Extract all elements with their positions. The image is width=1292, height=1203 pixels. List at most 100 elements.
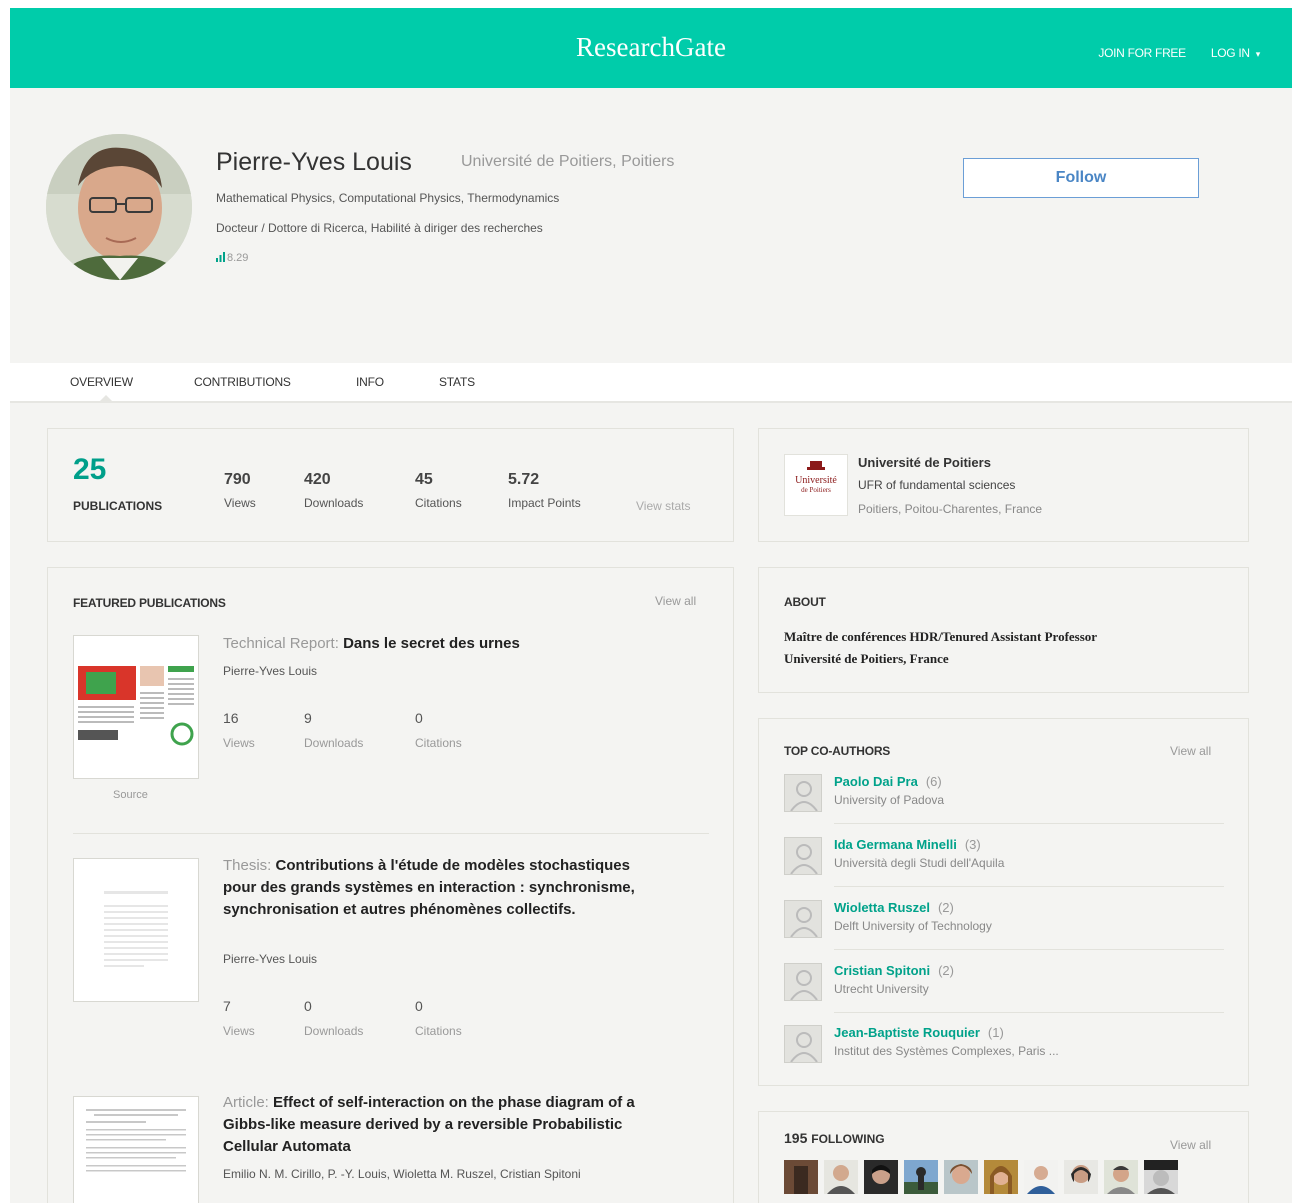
tab-contributions[interactable]: CONTRIBUTIONS — [194, 375, 291, 389]
featured-view-all-link[interactable]: View all — [655, 594, 696, 608]
coauthor-name-text: Wioletta Ruszel — [834, 900, 930, 915]
publications-count[interactable]: 25 — [73, 453, 106, 487]
tab-stats[interactable]: STATS — [439, 375, 475, 389]
following-avatar[interactable] — [824, 1160, 858, 1194]
stat-label: Views — [223, 736, 255, 750]
coauthor-name[interactable]: Jean-Baptiste Rouquier (1) — [834, 1025, 1004, 1040]
publication-type: Technical Report: — [223, 635, 339, 652]
publication-title[interactable]: Thesis: Contributions à l'étude de modèl… — [223, 855, 643, 921]
user-placeholder-icon — [790, 1032, 818, 1062]
divider — [834, 886, 1224, 887]
publication-type: Thesis: — [223, 857, 272, 874]
coauthor-name-text: Cristian Spitoni — [834, 963, 931, 978]
stat-label: Views — [224, 496, 256, 510]
publication-thumbnail[interactable] — [73, 635, 199, 779]
about-text: Maître de conférences HDR/Tenured Assist… — [784, 626, 1224, 670]
coauthors-view-all-link[interactable]: View all — [1170, 744, 1211, 758]
profile-name: Pierre-Yves Louis — [216, 148, 412, 176]
institution-logo[interactable]: Université de Poitiers — [784, 454, 848, 516]
featured-title: FEATURED PUBLICATIONS — [73, 596, 226, 610]
about-line: Maître de conférences HDR/Tenured Assist… — [784, 629, 1098, 644]
stats-card: 25 PUBLICATIONS 790 Views 420 Downloads 45… — [47, 428, 734, 542]
featured-publications-card: FEATURED PUBLICATIONS View all Source Te… — [47, 567, 734, 1203]
pub-stat-citations: 0 Citations — [415, 710, 462, 750]
divider — [73, 833, 709, 834]
top-bar: ResearchGate JOIN FOR FREE LOG IN ▾ — [10, 8, 1292, 88]
stat-views: 790 Views — [224, 471, 256, 510]
top-coauthors-card: TOP CO-AUTHORS View all Paolo Dai Pra (6)… — [758, 718, 1249, 1086]
rg-score: 8.29 — [216, 252, 248, 264]
coauthor-count: (6) — [925, 774, 942, 789]
coauthor-avatar[interactable] — [784, 1025, 822, 1063]
following-avatar[interactable] — [784, 1160, 818, 1194]
stat-value: 0 — [415, 998, 423, 1014]
publication-source-label[interactable]: Source — [113, 789, 148, 801]
stat-label: Citations — [415, 496, 462, 510]
profile-topics: Mathematical Physics, Computational Phys… — [216, 191, 560, 205]
publication-title-text: Effect of self-interaction on the phase … — [223, 1094, 635, 1155]
chevron-down-icon: ▾ — [1255, 49, 1261, 59]
stat-label: Impact Points — [508, 496, 581, 510]
stat-value: 5.72 — [508, 471, 540, 488]
pub-stat-citations: 0 Citations — [415, 998, 462, 1038]
stat-value: 0 — [304, 998, 312, 1014]
following-avatar[interactable] — [1144, 1160, 1178, 1194]
publication-authors[interactable]: Pierre-Yves Louis — [223, 952, 317, 966]
publication-thumbnail[interactable] — [73, 858, 199, 1002]
publication-title-text: Dans le secret des urnes — [343, 635, 520, 652]
follow-button[interactable]: Follow — [963, 158, 1199, 198]
publication-authors[interactable]: Emilio N. M. Cirillo, P. -Y. Louis, Wiol… — [223, 1167, 581, 1181]
top-nav: JOIN FOR FREE LOG IN ▾ — [1076, 46, 1260, 60]
coauthor-name[interactable]: Paolo Dai Pra (6) — [834, 774, 942, 789]
following-avatar[interactable] — [1024, 1160, 1058, 1194]
following-count[interactable]: 195 FOLLOWING — [784, 1130, 885, 1146]
coauthor-avatar[interactable] — [784, 774, 822, 812]
coauthor-count: (2) — [937, 900, 954, 915]
publication-authors[interactable]: Pierre-Yves Louis — [223, 664, 317, 678]
coauthor-name[interactable]: Wioletta Ruszel (2) — [834, 900, 954, 915]
stat-value: 7 — [223, 998, 231, 1014]
following-avatar[interactable] — [944, 1160, 978, 1194]
following-label: FOLLOWING — [811, 1132, 885, 1146]
coauthor-count: (2) — [938, 963, 954, 978]
coauthor-avatar[interactable] — [784, 900, 822, 938]
user-placeholder-icon — [790, 781, 818, 811]
publication-thumbnail[interactable] — [73, 1096, 199, 1203]
tab-info[interactable]: INFO — [356, 375, 384, 389]
following-view-all-link[interactable]: View all — [1170, 1138, 1211, 1152]
coauthor-avatar[interactable] — [784, 963, 822, 1001]
about-title: ABOUT — [784, 595, 826, 609]
following-avatar[interactable] — [864, 1160, 898, 1194]
view-stats-link[interactable]: View stats — [636, 499, 690, 513]
login-link[interactable]: LOG IN ▾ — [1211, 46, 1260, 60]
stat-downloads: 420 Downloads — [304, 471, 363, 510]
following-avatar[interactable] — [1104, 1160, 1138, 1194]
coauthor-avatar[interactable] — [784, 837, 822, 875]
following-number: 195 — [784, 1130, 808, 1146]
publication-title[interactable]: Technical Report: Dans le secret des urn… — [223, 633, 643, 655]
stat-value: 45 — [415, 471, 433, 488]
coauthor-count: (1) — [987, 1025, 1004, 1040]
following-avatar[interactable] — [1064, 1160, 1098, 1194]
publication-title[interactable]: Article: Effect of self-interaction on t… — [223, 1092, 643, 1158]
publications-label: PUBLICATIONS — [73, 499, 163, 513]
institution-name[interactable]: Université de Poitiers — [858, 455, 991, 470]
logo-lettering: Université — [795, 475, 837, 486]
pub-stat-downloads: 0 Downloads — [304, 998, 363, 1038]
profile-avatar — [46, 134, 192, 280]
following-avatar[interactable] — [984, 1160, 1018, 1194]
coauthor-name[interactable]: Ida Germana Minelli (3) — [834, 837, 981, 852]
divider — [834, 823, 1224, 824]
score-bars-icon — [216, 252, 225, 262]
active-tab-indicator — [99, 395, 113, 402]
profile-tabs: OVERVIEW CONTRIBUTIONS INFO STATS — [10, 363, 1292, 403]
join-link[interactable]: JOIN FOR FREE — [1098, 46, 1186, 60]
tab-overview[interactable]: OVERVIEW — [70, 375, 133, 389]
coauthor-name[interactable]: Cristian Spitoni (2) — [834, 963, 954, 978]
divider — [834, 1012, 1224, 1013]
stat-label: Downloads — [304, 496, 364, 510]
following-avatar[interactable] — [904, 1160, 938, 1194]
profile-institution[interactable]: Université de Poitiers, Poitiers — [461, 153, 674, 171]
coauthor-name-text: Ida Germana Minelli — [834, 837, 957, 852]
stat-label: Downloads — [304, 736, 364, 750]
